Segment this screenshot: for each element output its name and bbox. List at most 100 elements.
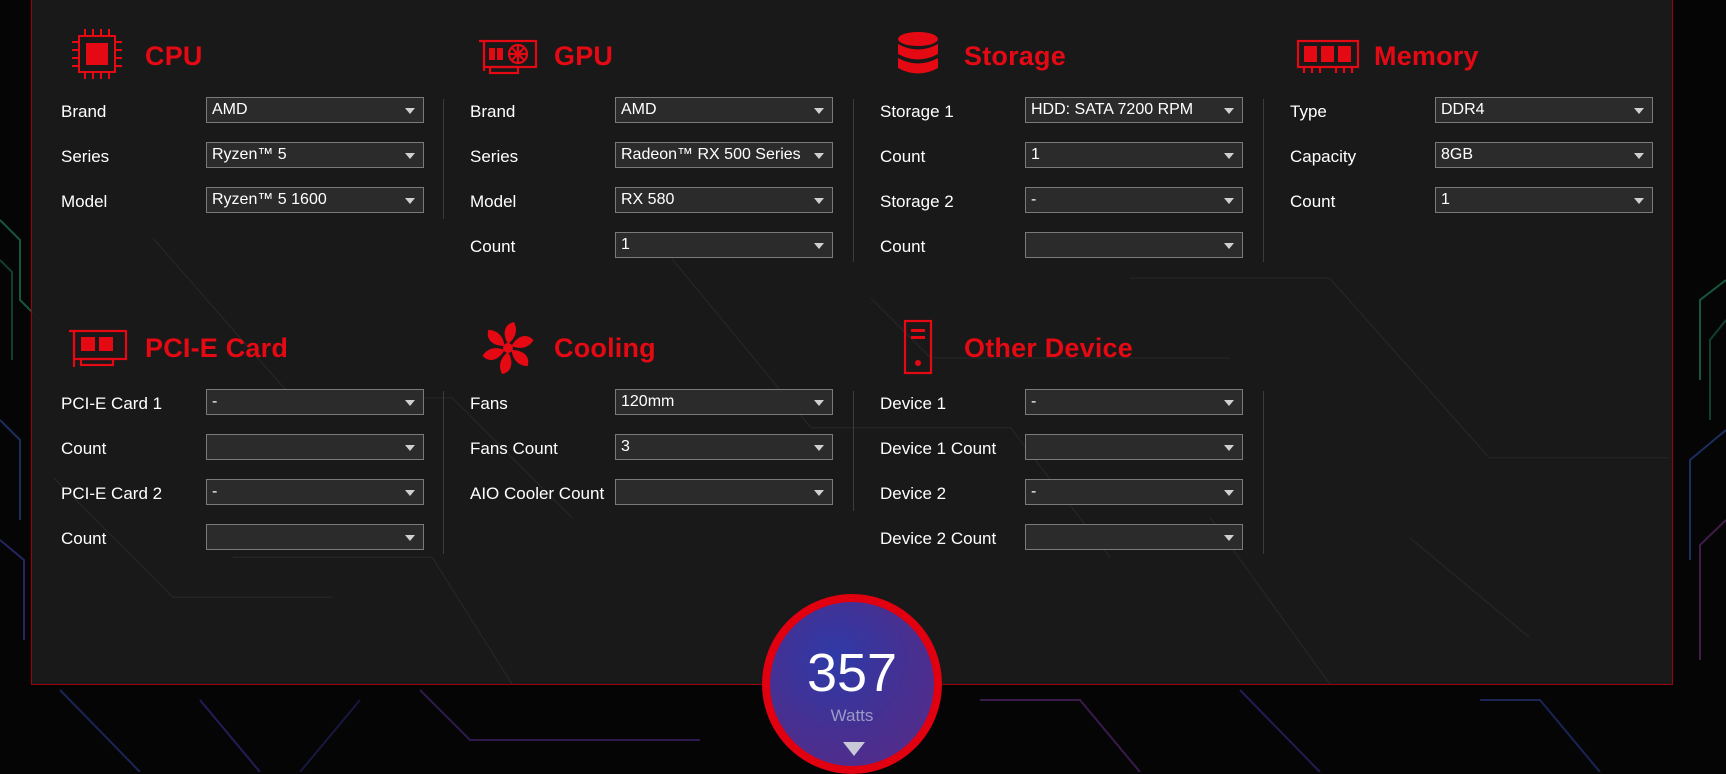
pcie-card-2-count-select[interactable] xyxy=(206,524,424,550)
select-value: - xyxy=(1031,393,1037,410)
field-label: Count xyxy=(880,147,926,166)
wattage-value: 357 xyxy=(806,643,898,703)
select-value: 1 xyxy=(1441,191,1450,208)
select-value: 8GB xyxy=(1441,146,1474,163)
chevron-down-icon xyxy=(814,153,824,159)
chevron-down-icon xyxy=(405,400,415,406)
device-2-count-select[interactable] xyxy=(1025,524,1243,550)
column-divider xyxy=(443,391,444,554)
field-label: Device 2 Count xyxy=(880,529,997,548)
power-calculator-panel: CPU Brand AMD Series Ryzen™ 5 Model Ryze… xyxy=(31,0,1673,685)
gpu-brand-row: Brand AMD xyxy=(470,97,890,142)
fan-icon xyxy=(482,322,534,374)
storage-2-row: Storage 2 - xyxy=(880,187,1300,232)
chevron-down-icon xyxy=(814,108,824,114)
field-label: Device 2 xyxy=(880,484,947,503)
select-value: Ryzen™ 5 xyxy=(212,146,287,163)
gpu-title: GPU xyxy=(554,41,614,71)
field-label: Series xyxy=(61,147,110,166)
field-label: Count xyxy=(61,529,107,548)
select-value: Ryzen™ 5 1600 xyxy=(212,191,327,208)
aio-cooler-count-row: AIO Cooler Count xyxy=(470,479,890,524)
field-label: Brand xyxy=(470,102,516,121)
field-label: Brand xyxy=(61,102,107,121)
field-label: Count xyxy=(880,237,926,256)
select-value: - xyxy=(1031,191,1037,208)
pcie-card-2-count-row: Count xyxy=(61,524,481,569)
storage-title: Storage xyxy=(964,41,1066,71)
device-1-count-select[interactable] xyxy=(1025,434,1243,460)
chevron-down-icon xyxy=(1224,243,1234,249)
column-divider xyxy=(853,391,854,511)
fans-select[interactable]: 120mm xyxy=(615,389,833,415)
select-value: HDD: SATA 7200 RPM xyxy=(1031,101,1194,118)
select-value: 3 xyxy=(621,438,630,455)
graphics-card-icon xyxy=(479,39,538,75)
pcie-title: PCI-E Card xyxy=(145,333,289,363)
field-label: Fans xyxy=(470,394,508,413)
chevron-down-icon xyxy=(1224,490,1234,496)
storage-2-select[interactable]: - xyxy=(1025,187,1243,213)
select-value: AMD xyxy=(621,101,657,118)
cpu-model-row: Model Ryzen™ 5 1600 xyxy=(61,187,481,232)
aio-cooler-count-select[interactable] xyxy=(615,479,833,505)
pcie-card-1-count-select[interactable] xyxy=(206,434,424,460)
storage-1-row: Storage 1 HDD: SATA 7200 RPM xyxy=(880,97,1300,142)
pcie-fields: PCI-E Card 1 - Count PCI-E Card 2 - Coun… xyxy=(61,389,481,569)
pcie-card-1-row: PCI-E Card 1 - xyxy=(61,389,481,434)
select-value: - xyxy=(212,483,218,500)
storage-1-select[interactable]: HDD: SATA 7200 RPM xyxy=(1025,97,1243,123)
select-value: - xyxy=(212,393,218,410)
cpu-series-select[interactable]: Ryzen™ 5 xyxy=(206,142,424,168)
gpu-count-select[interactable]: 1 xyxy=(615,232,833,258)
storage-1-count-row: Count 1 xyxy=(880,142,1300,187)
chevron-down-icon xyxy=(1224,400,1234,406)
field-label: Capacity xyxy=(1290,147,1357,166)
pcie-card-1-select[interactable]: - xyxy=(206,389,424,415)
storage-1-count-select[interactable]: 1 xyxy=(1025,142,1243,168)
pcie-card-2-select[interactable]: - xyxy=(206,479,424,505)
field-label: PCI-E Card 2 xyxy=(61,484,163,503)
column-divider xyxy=(443,99,444,219)
memory-type-select[interactable]: DDR4 xyxy=(1435,97,1653,123)
select-value: RX 580 xyxy=(621,191,675,208)
gpu-series-select[interactable]: Radeon™ RX 500 Series xyxy=(615,142,833,168)
field-label: AIO Cooler Count xyxy=(470,484,605,503)
gpu-model-select[interactable]: RX 580 xyxy=(615,187,833,213)
storage-2-count-select[interactable] xyxy=(1025,232,1243,258)
cpu-series-row: Series Ryzen™ 5 xyxy=(61,142,481,187)
memory-count-select[interactable]: 1 xyxy=(1435,187,1653,213)
memory-capacity-select[interactable]: 8GB xyxy=(1435,142,1653,168)
cpu-brand-select[interactable]: AMD xyxy=(206,97,424,123)
cpu-model-select[interactable]: Ryzen™ 5 1600 xyxy=(206,187,424,213)
device-1-select[interactable]: - xyxy=(1025,389,1243,415)
chevron-down-icon xyxy=(1224,198,1234,204)
storage-2-count-row: Count xyxy=(880,232,1300,277)
chevron-down-icon xyxy=(1224,153,1234,159)
field-label: Model xyxy=(61,192,108,211)
chevron-down-icon xyxy=(1634,108,1644,114)
wattage-unit: Watts xyxy=(830,706,874,725)
fans-row: Fans 120mm xyxy=(470,389,890,434)
storage-fields: Storage 1 HDD: SATA 7200 RPM Count 1 Sto… xyxy=(880,97,1300,277)
chevron-down-icon xyxy=(405,490,415,496)
chevron-down-icon xyxy=(405,535,415,541)
pcie-card-1-count-row: Count xyxy=(61,434,481,479)
column-divider xyxy=(1263,99,1264,262)
pcie-card-2-row: PCI-E Card 2 - xyxy=(61,479,481,524)
field-label: Storage 1 xyxy=(880,102,954,121)
cooling-fields: Fans 120mm Fans Count 3 AIO Cooler Count xyxy=(470,389,890,524)
wattage-result[interactable]: 357 Watts xyxy=(762,594,942,774)
fans-count-select[interactable]: 3 xyxy=(615,434,833,460)
chevron-down-icon xyxy=(405,198,415,204)
gpu-brand-select[interactable]: AMD xyxy=(615,97,833,123)
select-value: Radeon™ RX 500 Series xyxy=(621,146,801,163)
device-2-select[interactable]: - xyxy=(1025,479,1243,505)
other-device-title: Other Device xyxy=(964,333,1133,363)
field-label: Series xyxy=(470,147,519,166)
memory-title: Memory xyxy=(1374,41,1479,71)
triangle-down-icon[interactable] xyxy=(843,742,865,756)
chevron-down-icon xyxy=(814,198,824,204)
select-value: 1 xyxy=(621,236,630,253)
chevron-down-icon xyxy=(405,445,415,451)
